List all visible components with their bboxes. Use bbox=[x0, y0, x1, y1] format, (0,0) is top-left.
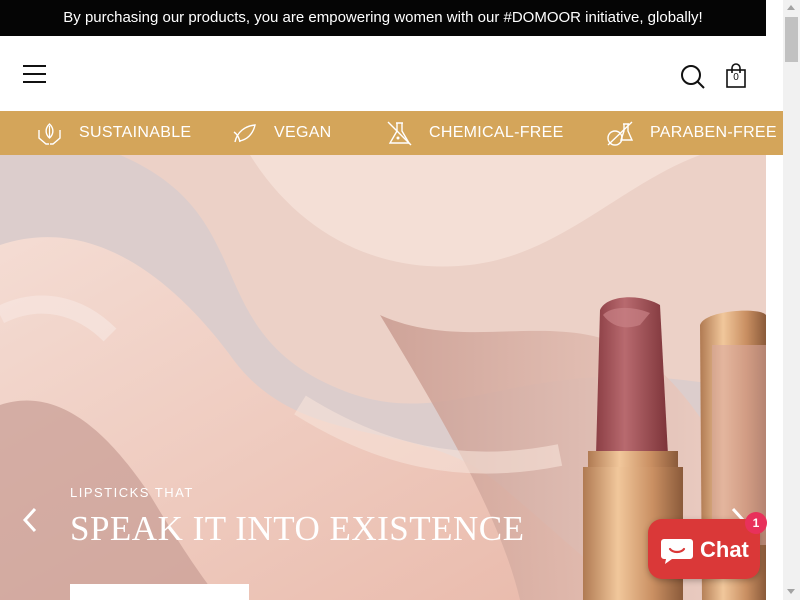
feature-label: VEGAN bbox=[274, 124, 332, 141]
scrollbar[interactable] bbox=[783, 0, 800, 600]
hands-leaf-icon bbox=[38, 122, 61, 145]
feature-paraben-free: PARABEN-FREE bbox=[606, 111, 777, 155]
hero-cta-button[interactable] bbox=[70, 584, 249, 600]
shopping-bag-icon[interactable]: 0 bbox=[724, 63, 748, 89]
feature-label: PARABEN-FREE bbox=[650, 124, 777, 141]
chat-badge: 1 bbox=[745, 512, 767, 534]
chat-button[interactable]: Chat bbox=[648, 519, 760, 579]
chat-bubble-icon bbox=[661, 539, 693, 564]
announcement-bar: By purchasing our products, you are empo… bbox=[0, 0, 766, 36]
hamburger-menu-icon[interactable] bbox=[23, 65, 46, 84]
scroll-up-arrow[interactable] bbox=[787, 5, 795, 10]
feature-label: CHEMICAL-FREE bbox=[429, 124, 564, 141]
leaf-icon bbox=[233, 123, 256, 142]
search-icon[interactable] bbox=[680, 64, 706, 90]
site-header: 0 bbox=[0, 36, 783, 111]
feature-chemical-free: CHEMICAL-FREE bbox=[386, 111, 564, 155]
flask-icon bbox=[387, 121, 412, 145]
announcement-text: By purchasing our products, you are empo… bbox=[63, 9, 703, 26]
feature-bar: SUSTAINABLE VEGAN CHEMICAL-FREE PARABEN-… bbox=[0, 111, 783, 155]
feature-vegan: VEGAN bbox=[231, 111, 332, 155]
hero-eyebrow: LIPSTICKS THAT bbox=[70, 485, 194, 500]
feature-label: SUSTAINABLE bbox=[79, 124, 192, 141]
feature-sustainable: SUSTAINABLE bbox=[36, 111, 191, 155]
chevron-left-icon[interactable] bbox=[18, 505, 42, 535]
hero-title: SPEAK IT INTO EXISTENCE bbox=[70, 509, 525, 548]
cart-count: 0 bbox=[733, 72, 739, 83]
scroll-thumb[interactable] bbox=[785, 17, 798, 62]
page: By purchasing our products, you are empo… bbox=[0, 0, 783, 600]
chat-label: Chat bbox=[700, 537, 749, 562]
beakers-icon bbox=[607, 120, 634, 146]
scroll-down-arrow[interactable] bbox=[787, 589, 795, 594]
